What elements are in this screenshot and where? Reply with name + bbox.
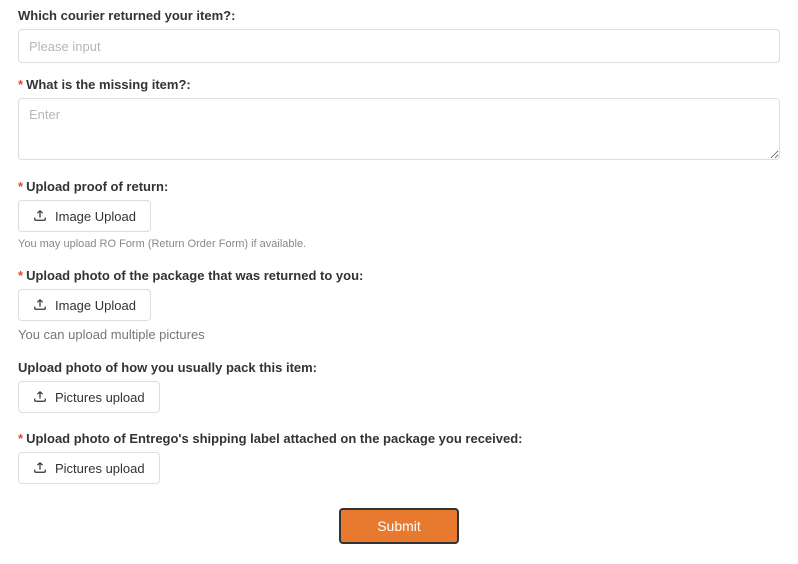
field-package: Upload photo of the package that was ret…	[18, 268, 780, 342]
upload-package-label: Image Upload	[55, 298, 136, 313]
upload-icon	[33, 460, 47, 477]
label-shipping: Upload photo of Entrego's shipping label…	[18, 431, 780, 446]
upload-shipping-label: Pictures upload	[55, 461, 145, 476]
upload-proof-label: Image Upload	[55, 209, 136, 224]
label-package: Upload photo of the package that was ret…	[18, 268, 780, 283]
submit-row: Submit	[18, 508, 780, 544]
label-courier: Which courier returned your item?:	[18, 8, 780, 23]
field-shipping: Upload photo of Entrego's shipping label…	[18, 431, 780, 484]
upload-package-button[interactable]: Image Upload	[18, 289, 151, 321]
field-proof: Upload proof of return: Image Upload You…	[18, 179, 780, 250]
submit-button[interactable]: Submit	[339, 508, 459, 544]
upload-icon	[33, 208, 47, 225]
field-courier: Which courier returned your item?:	[18, 8, 780, 63]
label-pack: Upload photo of how you usually pack thi…	[18, 360, 780, 375]
upload-pack-button[interactable]: Pictures upload	[18, 381, 160, 413]
field-pack: Upload photo of how you usually pack thi…	[18, 360, 780, 413]
upload-icon	[33, 297, 47, 314]
textarea-missing[interactable]	[18, 98, 780, 160]
input-courier[interactable]	[18, 29, 780, 63]
upload-shipping-button[interactable]: Pictures upload	[18, 452, 160, 484]
hint-proof: You may upload RO Form (Return Order For…	[18, 238, 780, 250]
field-missing: What is the missing item?:	[18, 77, 780, 165]
hint-package: You can upload multiple pictures	[18, 327, 780, 342]
upload-icon	[33, 389, 47, 406]
label-proof: Upload proof of return:	[18, 179, 780, 194]
upload-pack-label: Pictures upload	[55, 390, 145, 405]
label-missing: What is the missing item?:	[18, 77, 780, 92]
upload-proof-button[interactable]: Image Upload	[18, 200, 151, 232]
